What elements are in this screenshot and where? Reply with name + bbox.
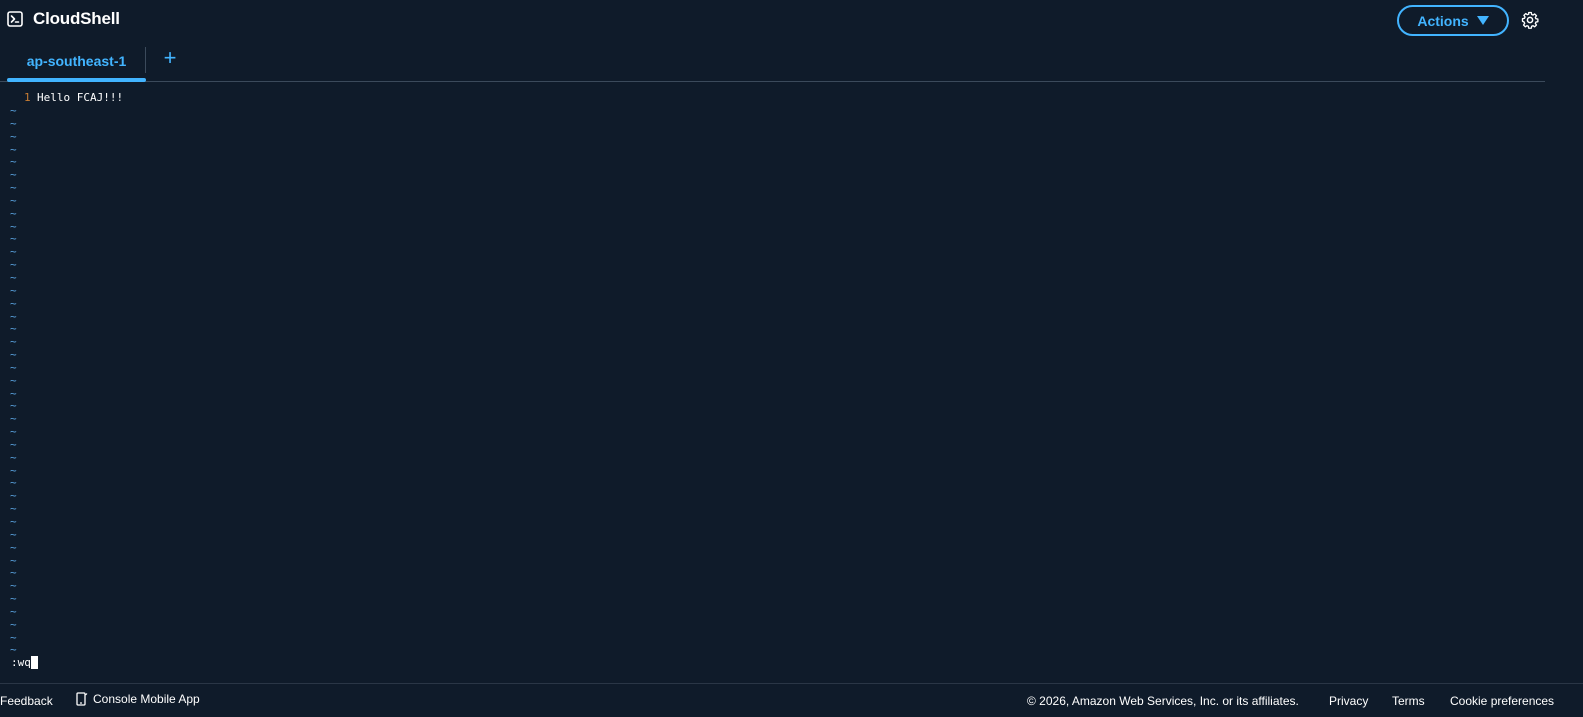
tilde-marker: ~ bbox=[10, 193, 17, 207]
line-text: Hello FCAJ!!! bbox=[37, 91, 124, 104]
tab-divider bbox=[145, 47, 146, 73]
tilde-marker: ~ bbox=[10, 283, 17, 297]
editor-line: 1 Hello FCAJ!!! bbox=[0, 91, 123, 105]
tilde-marker: ~ bbox=[10, 181, 17, 195]
plus-icon[interactable]: + bbox=[160, 47, 180, 69]
terminal[interactable]: 1 Hello FCAJ!!! ~ ~ ~ ~ ~ ~ ~ ~ ~ ~ ~ ~ ~ ~ ~ ~ ~ ~ ~ ~ ~ ~ ~ ~… bbox=[0, 84, 1583, 680]
tilde-marker: ~ bbox=[10, 373, 17, 387]
tilde-marker: ~ bbox=[10, 540, 17, 554]
console-mobile-app-label: Console Mobile App bbox=[93, 692, 200, 706]
tilde-marker: ~ bbox=[10, 296, 17, 310]
cookie-preferences-link[interactable]: Cookie preferences bbox=[1450, 694, 1554, 708]
vim-command-line[interactable]: :wq bbox=[11, 656, 38, 669]
footer: Feedback Console Mobile App © 2026, Amaz… bbox=[0, 683, 1583, 717]
mobile-phone-icon bbox=[76, 692, 88, 706]
tilde-marker: ~ bbox=[10, 360, 17, 374]
tilde-marker: ~ bbox=[10, 450, 17, 464]
terms-link[interactable]: Terms bbox=[1392, 694, 1425, 708]
empty-line-markers: ~ ~ ~ ~ ~ ~ ~ ~ ~ ~ ~ ~ ~ ~ ~ ~ ~ ~ ~ ~ ~ ~ ~ ~ ~ ~ ~ ~ ~ ~ ~ ~ ~ ~ ~ ~ ~ ~ ~ ~… bbox=[10, 104, 17, 657]
tilde-marker: ~ bbox=[10, 527, 17, 541]
tab-label: ap-southeast-1 bbox=[26, 52, 127, 69]
actions-button-label: Actions bbox=[1417, 12, 1469, 29]
feedback-link[interactable]: Feedback bbox=[0, 694, 53, 708]
vim-command: :wq bbox=[11, 656, 31, 669]
tilde-marker: ~ bbox=[10, 116, 17, 130]
caret-down-icon bbox=[1476, 16, 1489, 25]
tilde-marker: ~ bbox=[10, 270, 17, 284]
tilde-marker: ~ bbox=[10, 604, 17, 618]
privacy-link[interactable]: Privacy bbox=[1329, 694, 1368, 708]
active-tab-indicator bbox=[7, 78, 146, 82]
header: CloudShell Actions bbox=[0, 0, 1583, 40]
console-mobile-app-link[interactable]: Console Mobile App bbox=[75, 692, 200, 706]
tilde-marker: ~ bbox=[10, 425, 17, 439]
tilde-marker: ~ bbox=[10, 104, 17, 117]
copyright-text: © 2026, Amazon Web Services, Inc. or its… bbox=[1027, 694, 1299, 708]
tab-bar: ap-southeast-1 + bbox=[0, 40, 1545, 82]
tilde-marker: ~ bbox=[10, 437, 17, 451]
cloudshell-app: CloudShell Actions ap-southeast-1 + 1 He… bbox=[0, 0, 1583, 717]
gear-icon[interactable] bbox=[1521, 11, 1539, 29]
tilde-marker: ~ bbox=[10, 617, 17, 631]
tilde-marker: ~ bbox=[10, 129, 17, 143]
tilde-marker: ~ bbox=[10, 206, 17, 220]
tilde-marker: ~ bbox=[10, 592, 17, 606]
tilde-marker: ~ bbox=[10, 515, 17, 528]
tab-ap-southeast-1[interactable]: ap-southeast-1 bbox=[7, 40, 146, 81]
page-title: CloudShell bbox=[33, 9, 120, 28]
actions-button[interactable]: Actions bbox=[1397, 5, 1509, 36]
terminal-icon bbox=[7, 11, 23, 27]
text-cursor bbox=[30, 656, 38, 669]
tilde-marker: ~ bbox=[10, 348, 17, 362]
line-number: 1 bbox=[24, 91, 31, 104]
